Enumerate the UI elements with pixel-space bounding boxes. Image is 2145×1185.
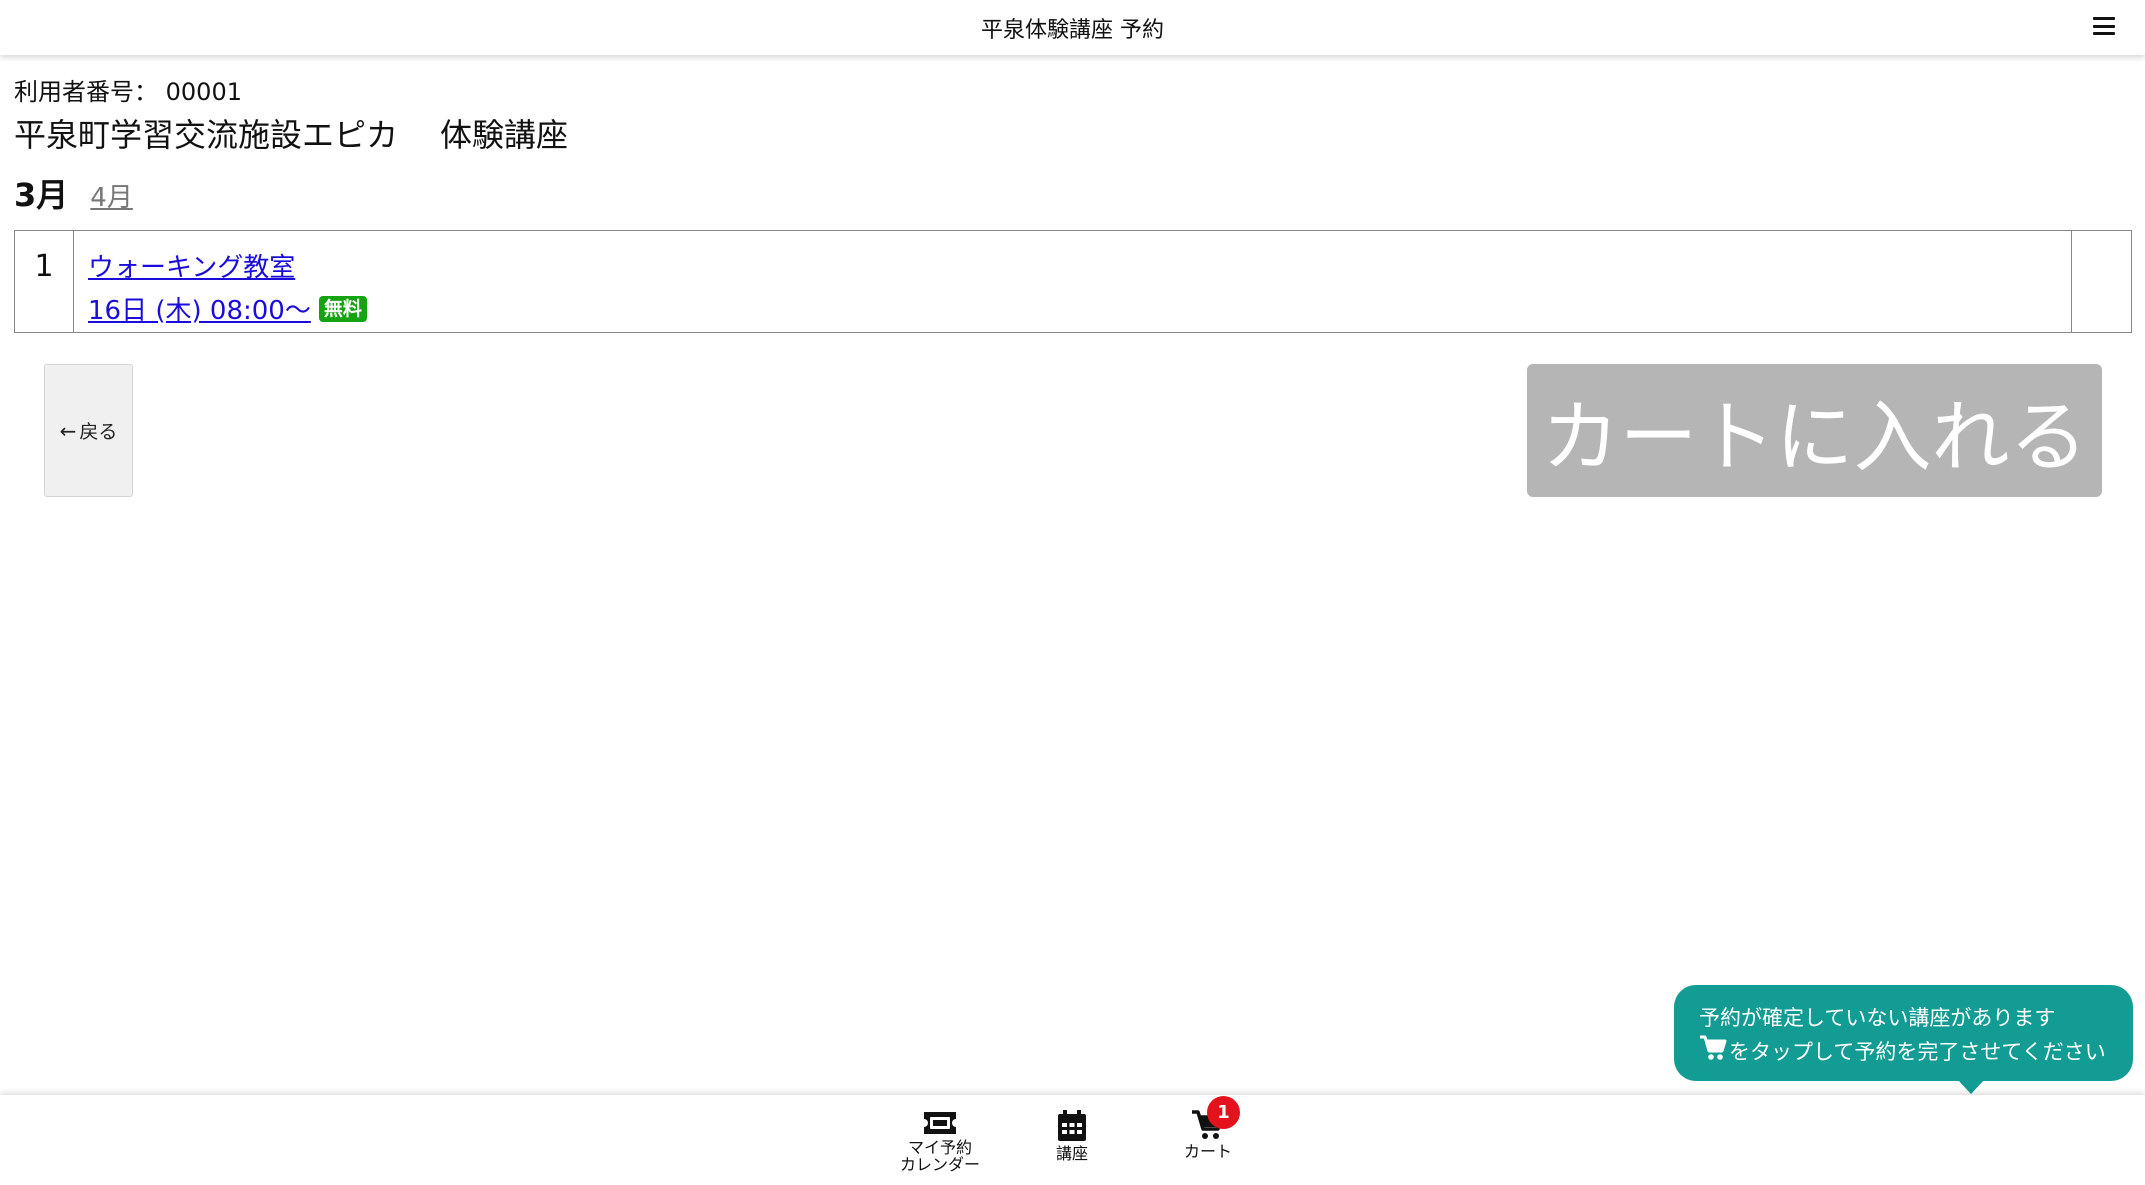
- nav-my-reservation-calendar[interactable]: マイ予約 カレンダー: [895, 1110, 985, 1173]
- top-app-bar: 平泉体験講座 予約: [0, 0, 2145, 55]
- cart-icon: [1699, 1035, 1727, 1071]
- user-number-value: 00001: [165, 78, 242, 106]
- user-number-line: 利用者番号： 00001: [14, 72, 242, 107]
- month-tabs: 3月 4月: [14, 170, 133, 216]
- user-number-label: 利用者番号：: [14, 78, 158, 106]
- facility-name: 平泉町学習交流施設エピカ: [14, 116, 399, 154]
- back-button[interactable]: ← 戻る: [44, 364, 133, 497]
- month-tab-next[interactable]: 4月: [90, 177, 133, 214]
- hamburger-menu-icon[interactable]: [2091, 13, 2117, 39]
- calendar-icon: [1058, 1110, 1086, 1141]
- course-title-link[interactable]: ウォーキング教室: [88, 247, 295, 284]
- arrow-left-icon: ←: [59, 418, 77, 443]
- course-datetime-link[interactable]: 16日 (木) 08:00〜: [88, 290, 311, 327]
- cart-count-badge: 1: [1207, 1096, 1240, 1129]
- notice-line-1: 予約が確定していない講座があります: [1699, 1006, 2056, 1030]
- course-row-number: 1: [15, 231, 74, 332]
- course-table: 1 ウォーキング教室 16日 (木) 08:00〜 無料: [14, 230, 2132, 333]
- add-to-cart-button[interactable]: カートに入れる: [1527, 364, 2102, 497]
- course-row-details: ウォーキング教室 16日 (木) 08:00〜 無料: [74, 231, 2072, 332]
- notice-line-2: をタップして予約を完了させてください: [1729, 1040, 2106, 1064]
- facility-category: 体験講座: [440, 116, 569, 154]
- page-title: 平泉体験講座 予約: [981, 17, 1164, 43]
- month-tab-current: 3月: [14, 176, 69, 214]
- nav-my-reservation-line-2: カレンダー: [899, 1155, 980, 1174]
- pending-reservation-notice[interactable]: 予約が確定していない講座があります をタップして予約を完了させてください: [1674, 985, 2133, 1094]
- course-row-action-cell: [2072, 231, 2131, 332]
- ticket-icon: [924, 1112, 956, 1134]
- back-button-label: 戻る: [79, 421, 118, 443]
- free-badge: 無料: [318, 295, 367, 322]
- facility-heading: 平泉町学習交流施設エピカ 体験講座: [14, 110, 568, 156]
- nav-courses[interactable]: 講座: [1042, 1110, 1102, 1162]
- nav-my-reservation-line-1: マイ予約: [907, 1138, 972, 1157]
- nav-courses-label: 講座: [1055, 1144, 1088, 1163]
- bottom-navigation: マイ予約 カレンダー 講座 カート: [0, 1095, 2145, 1185]
- nav-cart-label: カート: [1183, 1142, 1232, 1161]
